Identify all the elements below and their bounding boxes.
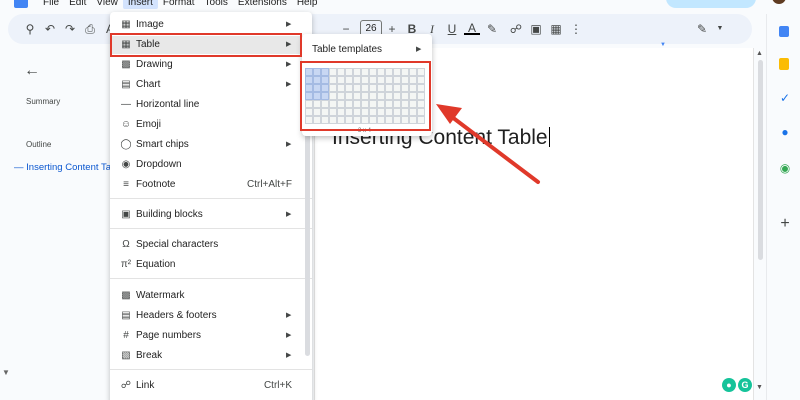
annotation-arrow-icon [436,104,540,184]
